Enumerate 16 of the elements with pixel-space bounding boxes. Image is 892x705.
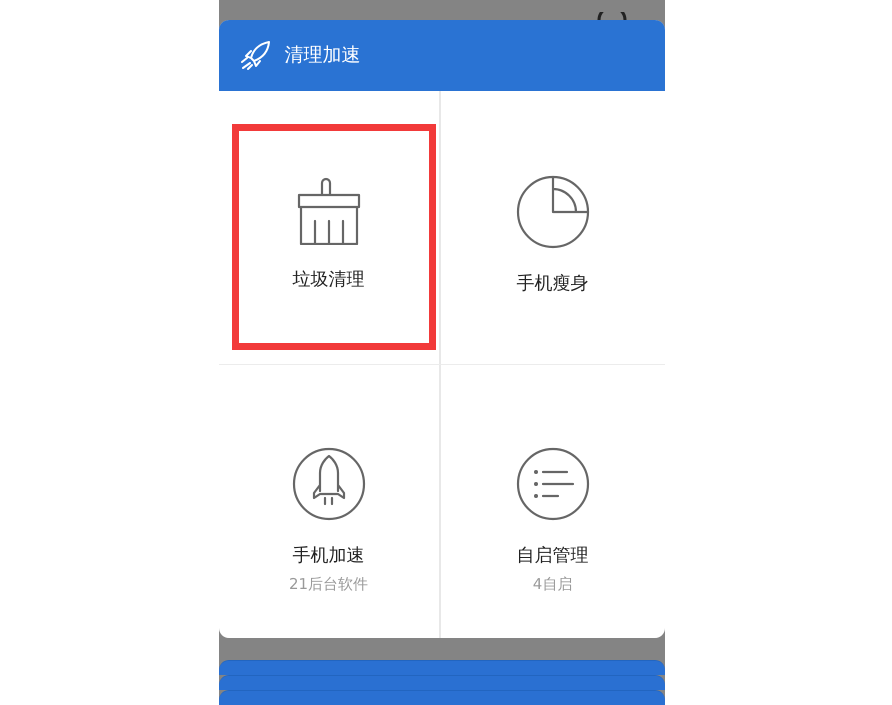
tool-tile[interactable]: 自启管理 4自启 (440, 365, 664, 638)
tile-detail: 21后台软件 (288, 575, 368, 594)
tile-label: 自启管理 (516, 544, 588, 567)
tile-label: 垃圾清理 (292, 268, 364, 291)
tool-tile[interactable]: 垃圾清理 (218, 91, 440, 365)
tile-label: 手机瘦身 (516, 272, 588, 295)
list-icon (516, 447, 590, 521)
tile-label: 手机加速 (292, 544, 364, 567)
brush-icon (296, 175, 362, 245)
pie-chart-icon (516, 175, 590, 249)
rocket-icon (238, 40, 270, 70)
tool-tile[interactable]: 手机瘦身 (440, 91, 664, 365)
tile-detail: 4自启 (532, 575, 572, 594)
rocket-icon (292, 447, 366, 521)
card-title: 清理加速 (284, 43, 360, 68)
tool-tile[interactable]: 手机加速 21后台软件 (218, 365, 440, 638)
